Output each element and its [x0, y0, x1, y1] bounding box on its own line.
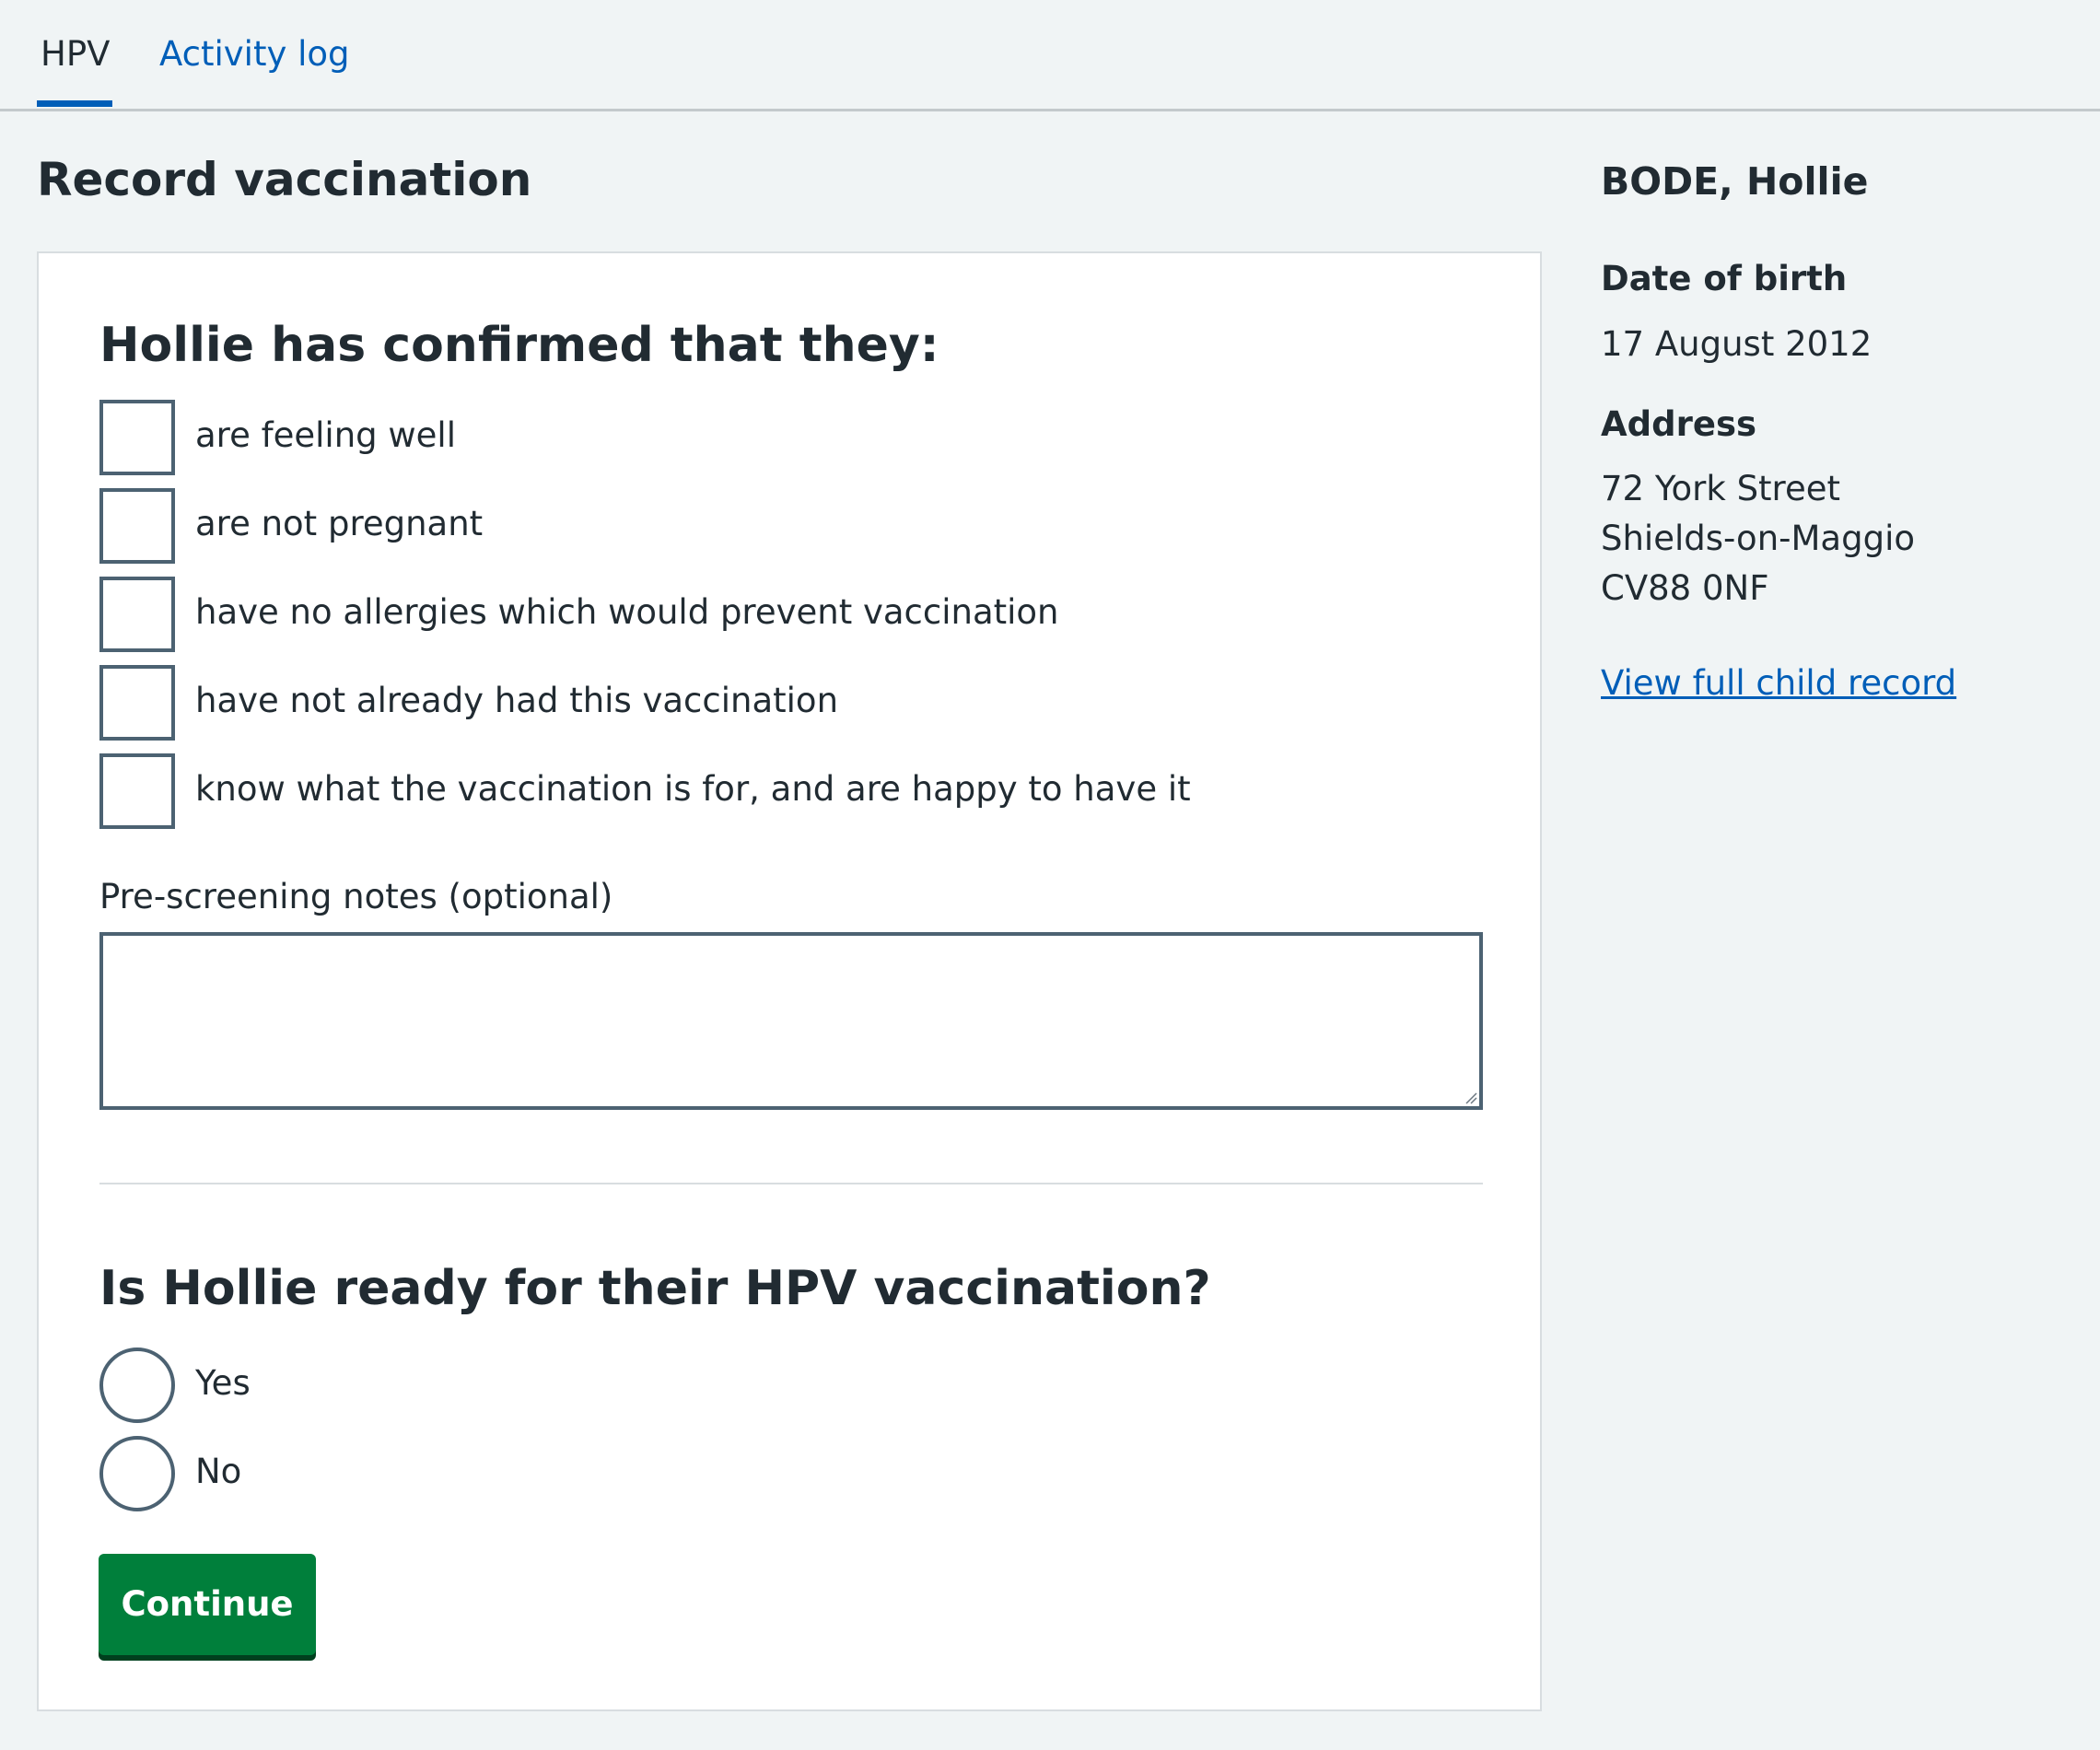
- readiness-heading: Is Hollie ready for their HPV vaccinatio…: [99, 1261, 1211, 1316]
- checkbox-input[interactable]: [99, 577, 175, 652]
- view-child-record-link[interactable]: View full child record: [1601, 657, 1956, 710]
- continue-button[interactable]: Continue: [99, 1554, 316, 1655]
- resize-grip-icon[interactable]: [1464, 1091, 1477, 1104]
- checkbox-input[interactable]: [99, 488, 175, 564]
- checkbox-not-already-vaccinated[interactable]: have not already had this vaccination: [99, 665, 1389, 741]
- address-line: 72 York Street: [1601, 469, 1840, 508]
- checkbox-not-pregnant[interactable]: are not pregnant: [99, 488, 1389, 564]
- checkbox-input[interactable]: [99, 665, 175, 741]
- pre-screening-heading: Hollie has confirmed that they:: [99, 318, 939, 373]
- pre-screening-notes-textarea[interactable]: [99, 932, 1483, 1110]
- checkbox-label: have no allergies which would prevent va…: [195, 592, 1059, 632]
- address-line: Shields-on-Maggio: [1601, 519, 1915, 558]
- radio-label: Yes: [195, 1363, 251, 1403]
- checkbox-label: are feeling well: [195, 415, 456, 455]
- section-divider: [99, 1183, 1483, 1184]
- checkbox-feeling-well[interactable]: are feeling well: [99, 400, 1389, 475]
- patient-name: BODE, Hollie: [1601, 159, 1869, 204]
- checkbox-input[interactable]: [99, 753, 175, 829]
- record-vaccination-card: Hollie has confirmed that they: are feel…: [37, 251, 1542, 1711]
- dob-value: 17 August 2012: [1601, 324, 1872, 364]
- radio-yes[interactable]: Yes: [99, 1348, 652, 1423]
- radio-input[interactable]: [99, 1348, 175, 1423]
- address-line: CV88 0NF: [1601, 568, 1769, 608]
- checkbox-no-allergies[interactable]: have no allergies which would prevent va…: [99, 577, 1389, 652]
- radio-label: No: [195, 1452, 242, 1491]
- page-title: Record vaccination: [37, 153, 532, 206]
- dob-label: Date of birth: [1601, 259, 1848, 298]
- tab-hpv[interactable]: HPV: [41, 28, 110, 81]
- active-tab-indicator: [37, 100, 112, 107]
- checkbox-input[interactable]: [99, 400, 175, 475]
- pre-screening-notes-label: Pre-screening notes (optional): [99, 877, 613, 916]
- checkbox-label: have not already had this vaccination: [195, 681, 839, 720]
- checkbox-label: are not pregnant: [195, 504, 484, 543]
- tab-activity-log[interactable]: Activity log: [159, 28, 350, 81]
- address-label: Address: [1601, 404, 1756, 444]
- tab-bar: HPV Activity log: [0, 0, 2100, 111]
- checkbox-label: know what the vaccination is for, and ar…: [195, 769, 1191, 809]
- checkbox-knows-purpose[interactable]: know what the vaccination is for, and ar…: [99, 753, 1389, 829]
- radio-no[interactable]: No: [99, 1436, 652, 1511]
- radio-input[interactable]: [99, 1436, 175, 1511]
